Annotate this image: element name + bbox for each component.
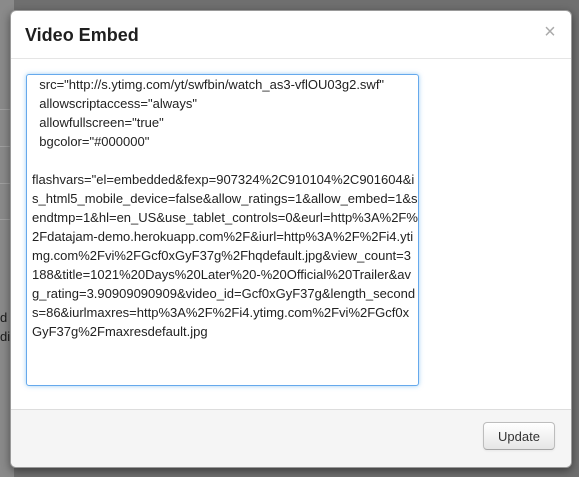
dialog-footer: Update: [11, 409, 571, 467]
dialog-title: Video Embed: [25, 25, 139, 45]
background-text-fragment: di: [0, 329, 11, 344]
background-text-fragment: d: [0, 310, 8, 325]
embed-code-textarea[interactable]: src="http://s.ytimg.com/yt/swfbin/watch_…: [26, 74, 419, 386]
close-icon[interactable]: ×: [543, 22, 557, 42]
background-divider: [0, 109, 10, 110]
update-button[interactable]: Update: [483, 422, 555, 450]
video-embed-dialog: Video Embed × src="http://s.ytimg.com/yt…: [10, 10, 572, 468]
background-divider: [0, 219, 10, 220]
background-divider: [0, 146, 10, 147]
background-divider: [0, 183, 10, 184]
dialog-body: src="http://s.ytimg.com/yt/swfbin/watch_…: [11, 59, 571, 419]
dialog-header: Video Embed ×: [11, 11, 571, 59]
